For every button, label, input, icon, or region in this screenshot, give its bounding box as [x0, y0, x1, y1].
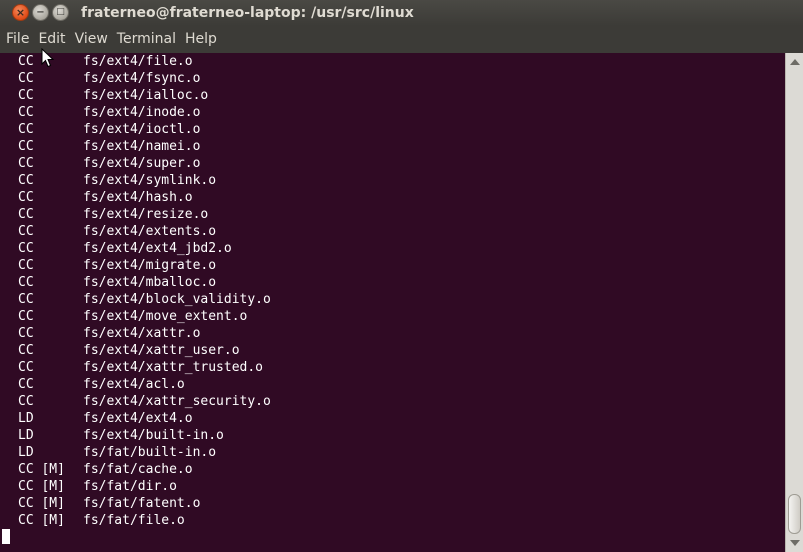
object-file-path: fs/ext4/symlink.o	[83, 173, 217, 188]
vertical-scrollbar[interactable]	[785, 53, 803, 552]
object-file-path: fs/ext4/namei.o	[83, 139, 201, 154]
menu-edit[interactable]: Edit	[32, 31, 65, 47]
build-action: CC	[18, 207, 34, 222]
object-file-path: fs/ext4/block_validity.o	[83, 292, 271, 307]
object-file-path: fs/ext4/mballoc.o	[83, 275, 217, 290]
object-file-path: fs/fat/file.o	[83, 513, 185, 528]
build-action: CC	[18, 292, 34, 307]
minimize-icon[interactable]: −	[32, 4, 49, 21]
object-file-path: fs/ext4/xattr_security.o	[83, 394, 271, 409]
close-icon[interactable]: ×	[12, 4, 29, 21]
build-action: CC	[18, 156, 34, 171]
menu-bar: File Edit View Terminal Help	[0, 26, 803, 51]
object-file-path: fs/fat/dir.o	[83, 479, 177, 494]
build-action: CC	[18, 309, 34, 324]
build-action: CC	[18, 139, 34, 154]
object-file-path: fs/fat/cache.o	[83, 462, 193, 477]
object-file-path: fs/ext4/move_extent.o	[83, 309, 248, 324]
object-file-path: fs/ext4/inode.o	[83, 105, 201, 120]
object-file-path: fs/ext4/built-in.o	[83, 428, 224, 443]
object-file-path: fs/ext4/ialloc.o	[83, 88, 209, 103]
object-file-path: fs/ext4/extents.o	[83, 224, 217, 239]
mouse-pointer-icon	[41, 48, 55, 68]
build-action: CC	[18, 394, 34, 409]
title-bar[interactable]: × − □ fraterneo@fraterneo-laptop: /usr/s…	[0, 0, 803, 26]
build-action: CC	[18, 360, 34, 375]
build-action: CC	[18, 54, 34, 69]
object-file-path: fs/ext4/ext4.o	[83, 411, 193, 426]
build-action: LD	[18, 428, 34, 443]
object-file-path: fs/ext4/xattr_user.o	[83, 343, 240, 358]
scroll-down-icon[interactable]	[790, 540, 800, 546]
build-action: CC	[18, 258, 34, 273]
build-action: CC	[18, 377, 34, 392]
build-action: LD	[18, 411, 34, 426]
menu-file[interactable]: File	[0, 31, 29, 47]
build-action: CC [M]	[18, 462, 65, 477]
text-cursor	[2, 529, 10, 544]
scrollbar-thumb[interactable]	[788, 494, 801, 534]
object-file-path: fs/ext4/acl.o	[83, 377, 185, 392]
build-action: CC	[18, 122, 34, 137]
build-action: CC	[18, 190, 34, 205]
object-file-path: fs/ext4/file.o	[83, 54, 193, 69]
terminal-window: × − □ fraterneo@fraterneo-laptop: /usr/s…	[0, 0, 803, 552]
build-action: CC	[18, 326, 34, 341]
build-action: CC [M]	[18, 496, 65, 511]
object-file-path: fs/ext4/xattr.o	[83, 326, 201, 341]
object-file-path: fs/ext4/migrate.o	[83, 258, 217, 273]
object-file-path: fs/ext4/super.o	[83, 156, 201, 171]
build-action: CC	[18, 71, 34, 86]
build-action: LD	[18, 445, 34, 460]
build-action: CC	[18, 224, 34, 239]
scroll-up-icon[interactable]	[790, 59, 800, 65]
build-action: CC	[18, 88, 34, 103]
object-file-path: fs/ext4/fsync.o	[83, 71, 201, 86]
build-action: CC	[18, 105, 34, 120]
build-action: CC	[18, 343, 34, 358]
build-action: CC	[18, 275, 34, 290]
object-file-path: fs/fat/fatent.o	[83, 496, 201, 511]
maximize-icon[interactable]: □	[52, 4, 69, 21]
menu-view[interactable]: View	[69, 31, 108, 47]
build-action: CC [M]	[18, 513, 65, 528]
menu-help[interactable]: Help	[179, 31, 217, 47]
window-title: fraterneo@fraterneo-laptop: /usr/src/lin…	[81, 5, 414, 21]
object-file-path: fs/fat/built-in.o	[83, 445, 217, 460]
build-action: CC	[18, 173, 34, 188]
object-file-path: fs/ext4/ext4_jbd2.o	[83, 241, 232, 256]
object-file-path: fs/ext4/xattr_trusted.o	[83, 360, 264, 375]
object-file-path: fs/ext4/resize.o	[83, 207, 209, 222]
terminal-output[interactable]: CC fs/ext4/file.o CC fs/ext4/fsync.o CC fs/ex…	[0, 53, 785, 552]
menu-terminal[interactable]: Terminal	[111, 31, 176, 47]
object-file-path: fs/ext4/hash.o	[83, 190, 193, 205]
build-action: CC	[18, 241, 34, 256]
build-action: CC [M]	[18, 479, 65, 494]
object-file-path: fs/ext4/ioctl.o	[83, 122, 201, 137]
